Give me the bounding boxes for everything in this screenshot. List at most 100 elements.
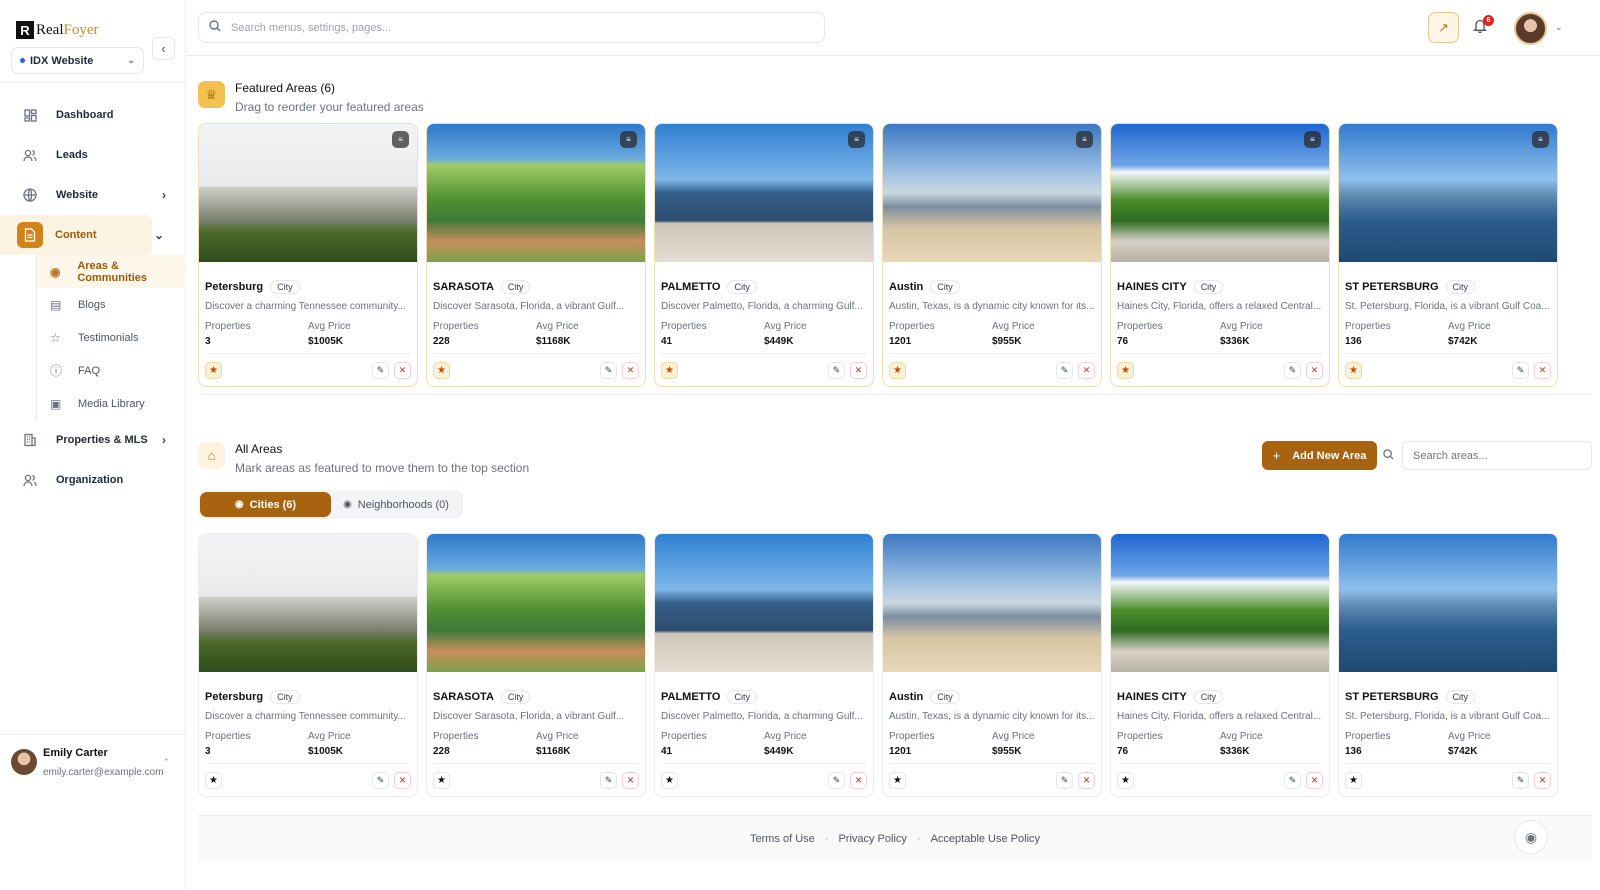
area-card-actions: ★ ✎ ✕ (1345, 354, 1551, 386)
drag-handle-icon[interactable]: ≡ (1076, 131, 1093, 148)
area-card: SARASOTA City Discover Sarasota, Florida, … (426, 533, 646, 797)
toggle-featured-star-icon[interactable]: ★ (661, 771, 678, 789)
user-menu[interactable]: Emily Carter emily.carter@example.com ⌃ (0, 734, 186, 778)
trash-icon[interactable]: ✕ (1534, 771, 1551, 789)
trash-icon[interactable]: ✕ (622, 361, 639, 379)
avg-price-stat: Avg Price $1005K (308, 321, 411, 347)
toggle-featured-star-icon[interactable]: ★ (205, 771, 222, 789)
trash-icon[interactable]: ✕ (394, 771, 411, 789)
edit-icon[interactable]: ✎ (828, 361, 845, 379)
collapse-sidebar-button[interactable]: ‹ (152, 37, 175, 60)
tab-cities[interactable]: ◉ Cities (6) (200, 492, 331, 517)
footer: Terms of Use · Privacy Policy · Acceptab… (198, 815, 1592, 861)
edit-icon[interactable]: ✎ (1512, 771, 1529, 789)
featured-subtitle: Drag to reorder your featured areas (235, 100, 424, 114)
search-areas-input[interactable] (1402, 441, 1592, 470)
edit-icon[interactable]: ✎ (600, 361, 617, 379)
edit-icon[interactable]: ✎ (372, 771, 389, 789)
sidebar-item-content[interactable]: Content ⌄ (0, 215, 164, 255)
area-stats: Properties 136 Avg Price $742K (1345, 731, 1551, 764)
drag-handle-icon[interactable]: ≡ (620, 131, 637, 148)
edit-icon[interactable]: ✎ (828, 771, 845, 789)
toggle-featured-star-icon[interactable]: ★ (433, 771, 450, 789)
sidebar-item-blogs[interactable]: ▤ Blogs (37, 288, 186, 321)
properties-stat: Properties 1201 (889, 321, 992, 347)
area-image: ≡ (199, 124, 417, 262)
footer-link-acceptable-use[interactable]: Acceptable Use Policy (931, 833, 1040, 845)
sidebar-item-dashboard[interactable]: Dashboard (0, 95, 186, 135)
toggle-featured-star-icon[interactable]: ★ (661, 361, 678, 379)
help-circle-icon: ⓘ (50, 364, 63, 378)
edit-icon[interactable]: ✎ (1056, 361, 1073, 379)
area-title-row: Petersburg City (205, 280, 411, 294)
trash-icon[interactable]: ✕ (1534, 361, 1551, 379)
action-buttons: ✎ ✕ (1284, 361, 1323, 379)
area-card-actions: ★ ✎ ✕ (433, 764, 639, 796)
open-website-button[interactable]: ↗ (1428, 12, 1459, 43)
sidebar-item-leads[interactable]: Leads (0, 135, 186, 175)
action-buttons: ✎ ✕ (600, 771, 639, 789)
area-type-badge: City (270, 280, 300, 294)
toggle-featured-star-icon[interactable]: ★ (1345, 771, 1362, 789)
add-new-area-button[interactable]: + Add New Area (1262, 441, 1377, 470)
drag-handle-icon[interactable]: ≡ (848, 131, 865, 148)
sidebar-item-label: Testimonials (78, 331, 139, 344)
trash-icon[interactable]: ✕ (622, 771, 639, 789)
crown-icon: ♕ (198, 81, 225, 108)
edit-icon[interactable]: ✎ (1284, 361, 1301, 379)
drag-handle-icon[interactable]: ≡ (1304, 131, 1321, 148)
toggle-featured-star-icon[interactable]: ★ (1345, 361, 1362, 379)
trash-icon[interactable]: ✕ (1306, 771, 1323, 789)
avg-price-value: $336K (1220, 746, 1250, 757)
featured-title: Featured Areas (6) (235, 81, 336, 95)
toggle-featured-star-icon[interactable]: ★ (205, 361, 222, 379)
drag-handle-icon[interactable]: ≡ (392, 131, 409, 148)
area-title-row: SARASOTA City (433, 690, 639, 704)
trash-icon[interactable]: ✕ (1078, 361, 1095, 379)
edit-icon[interactable]: ✎ (600, 771, 617, 789)
properties-value: 228 (433, 746, 450, 757)
avg-price-stat: Avg Price $742K (1448, 731, 1551, 757)
sidebar-item-media-library[interactable]: ▣ Media Library (37, 387, 186, 420)
chevron-down-icon[interactable]: ⌄ (1555, 22, 1563, 33)
sidebar-item-website[interactable]: Website › (0, 175, 186, 215)
edit-icon[interactable]: ✎ (1056, 771, 1073, 789)
chevron-left-icon: ‹ (161, 41, 166, 56)
site-selector[interactable]: IDX Website ⌄ (11, 47, 144, 74)
edit-icon[interactable]: ✎ (1512, 361, 1529, 379)
toggle-featured-star-icon[interactable]: ★ (1117, 771, 1134, 789)
sidebar-item-label: Areas & Communities (77, 259, 147, 284)
sidebar-item-areas-communities[interactable]: ◉ Areas & Communities (37, 255, 186, 288)
area-image: ≡ (1339, 124, 1557, 262)
trash-icon[interactable]: ✕ (850, 361, 867, 379)
tab-neighborhoods[interactable]: ◉ Neighborhoods (0) (331, 492, 461, 517)
sidebar-item-faq[interactable]: ⓘ FAQ (37, 354, 186, 387)
toggle-featured-star-icon[interactable]: ★ (433, 361, 450, 379)
trash-icon[interactable]: ✕ (1306, 361, 1323, 379)
toggle-featured-star-icon[interactable]: ★ (1117, 361, 1134, 379)
edit-icon[interactable]: ✎ (1284, 771, 1301, 789)
properties-label: Properties (1117, 321, 1163, 332)
sidebar-item-testimonials[interactable]: ☆ Testimonials (37, 321, 186, 354)
trash-icon[interactable]: ✕ (1078, 771, 1095, 789)
toggle-featured-star-icon[interactable]: ★ (889, 771, 906, 789)
drag-handle-icon[interactable]: ≡ (1532, 131, 1549, 148)
toggle-featured-star-icon[interactable]: ★ (889, 361, 906, 379)
brand-logo[interactable]: R RealFoyer (16, 21, 99, 39)
area-name: Austin (889, 281, 924, 293)
footer-link-privacy[interactable]: Privacy Policy (838, 833, 906, 845)
edit-icon[interactable]: ✎ (372, 361, 389, 379)
footer-link-terms[interactable]: Terms of Use (750, 833, 815, 845)
area-name: SARASOTA (433, 691, 494, 703)
area-card: Austin City Austin, Texas, is a dynamic ci… (882, 533, 1102, 797)
area-type-badge: City (1193, 690, 1224, 704)
avatar[interactable] (1514, 12, 1547, 45)
theme-palette-button[interactable]: ◉ (1514, 820, 1548, 854)
sidebar-item-properties-mls[interactable]: Properties & MLS › (0, 420, 186, 460)
global-search-input[interactable]: Search menus, settings, pages... (198, 12, 825, 43)
trash-icon[interactable]: ✕ (394, 361, 411, 379)
sidebar-item-organization[interactable]: Organization (0, 460, 186, 500)
area-stats: Properties 228 Avg Price $1168K (433, 731, 639, 764)
area-card-body: Petersburg City Discover a charming Tennes… (199, 280, 417, 386)
trash-icon[interactable]: ✕ (850, 771, 867, 789)
